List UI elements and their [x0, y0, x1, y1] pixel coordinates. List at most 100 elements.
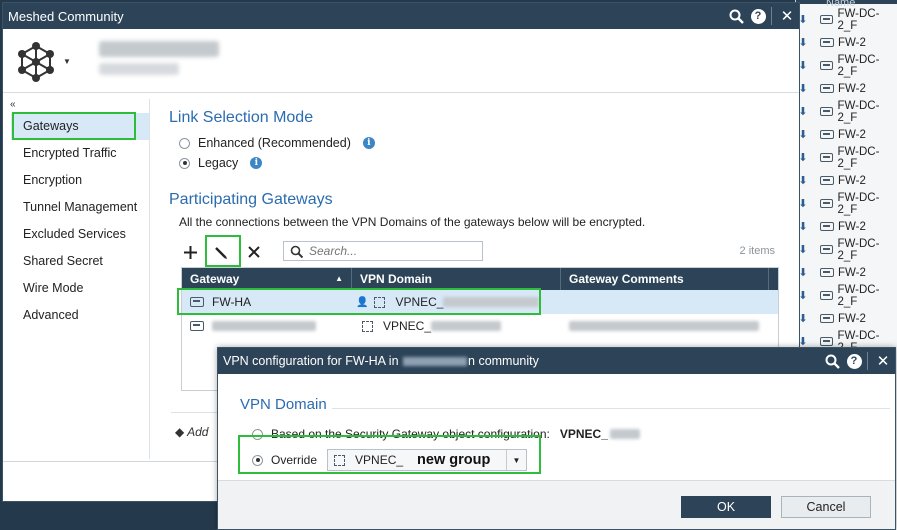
gateway-icon — [820, 222, 834, 231]
network-group-icon — [374, 296, 386, 308]
gateway-icon — [819, 199, 834, 208]
chevron-down-icon[interactable]: ▼ — [63, 57, 71, 66]
network-group-icon — [362, 320, 373, 332]
vpn-domain-title: VPN Domain — [240, 396, 327, 413]
ok-button[interactable]: OK — [681, 496, 771, 518]
list-item[interactable]: ⬇FW-DC-2_F — [796, 284, 897, 308]
gateway-cluster-icon — [190, 297, 204, 307]
gateway-icon — [819, 107, 834, 116]
vpn-configuration-dialog: VPN configuration for FW-HA in n communi… — [217, 347, 896, 530]
gateway-icon — [820, 130, 834, 139]
gateway-icon — [819, 245, 834, 254]
participating-gateways-title: Participating Gateways — [169, 191, 333, 208]
add-link[interactable]: ◆ Add — [175, 425, 208, 439]
remove-icon[interactable] — [243, 241, 265, 263]
gateways-panel: Link Selection Mode Enhanced (Recommende… — [169, 109, 789, 229]
sidebar-item-gateways[interactable]: Gateways — [11, 113, 149, 140]
sidebar-item-advanced[interactable]: Advanced — [11, 302, 149, 329]
object-name-redacted — [99, 41, 219, 57]
list-item[interactable]: ⬇FW-DC-2_F — [796, 100, 897, 124]
column-vpn-domain[interactable]: VPN Domain — [352, 268, 561, 290]
table-header: Gateway ▲ VPN Domain Gateway Comments — [182, 268, 778, 290]
radio-legacy[interactable]: Legacy i — [179, 153, 789, 173]
object-comment-redacted — [99, 63, 179, 75]
link-selection-title: Link Selection Mode — [169, 109, 314, 126]
user-icon: 👤 — [356, 296, 369, 308]
radio-button[interactable] — [252, 454, 263, 466]
gateway-icon — [820, 84, 834, 93]
close-icon[interactable]: ✕ — [871, 348, 895, 374]
tag-icon: ◆ — [175, 425, 185, 439]
info-icon[interactable]: i — [362, 137, 375, 149]
override-group-select[interactable]: VPNEC_ new group ▼ — [327, 449, 528, 471]
sidebar-item-tunnel-management[interactable]: Tunnel Management — [11, 194, 149, 221]
info-icon[interactable]: i — [250, 157, 263, 169]
sidebar-item-encryption[interactable]: Encryption — [11, 167, 149, 194]
sidebar-item-wire-mode[interactable]: Wire Mode — [11, 275, 149, 302]
radio-based-on-gateway[interactable]: Based on the Security Gateway object con… — [252, 423, 880, 445]
edit-icon[interactable] — [209, 241, 231, 263]
collapse-sidebar-icon[interactable]: « — [10, 99, 16, 110]
column-gateway[interactable]: Gateway ▲ — [182, 268, 352, 290]
list-item[interactable]: ⬇ FW-2 — [796, 123, 897, 146]
gateways-toolbar: 2 items — [179, 239, 779, 265]
search-icon — [290, 245, 303, 258]
list-item[interactable]: ⬇ FW-2 — [796, 261, 897, 284]
help-icon[interactable]: ? — [844, 348, 864, 374]
close-icon[interactable]: ✕ — [775, 3, 799, 29]
list-item[interactable]: ⬇ FW-2 — [796, 31, 897, 54]
gateway-icon — [819, 61, 834, 70]
gateway-icon — [190, 321, 204, 331]
radio-enhanced[interactable]: Enhanced (Recommended) i — [179, 133, 789, 153]
chevron-down-icon[interactable]: ▼ — [506, 450, 526, 470]
table-row[interactable]: FW-HA 👤 VPNEC_ — [182, 290, 778, 314]
gateway-icon — [820, 176, 834, 185]
dialog-title: Meshed Community — [8, 8, 124, 24]
sort-asc-icon: ▲ — [335, 274, 343, 283]
meshed-community-icon — [18, 42, 54, 82]
radio-override[interactable]: Override VPNEC_ new group ▼ — [252, 449, 880, 471]
column-gateway-comments[interactable]: Gateway Comments — [561, 268, 769, 290]
list-item[interactable]: ⬇ FW-2 — [796, 169, 897, 192]
search-box[interactable] — [283, 241, 483, 261]
participating-description: All the connections between the VPN Doma… — [179, 215, 646, 229]
table-row[interactable]: VPNEC_ — [182, 314, 778, 338]
list-item[interactable]: ⬇FW-DC-2_F — [796, 238, 897, 262]
search-icon[interactable] — [820, 348, 844, 374]
gateway-icon — [820, 314, 834, 323]
search-input[interactable] — [309, 244, 479, 258]
vpn-domain-section: VPN Domain Based on the Security Gateway… — [240, 396, 890, 471]
sidebar-item-shared-secret[interactable]: Shared Secret — [11, 248, 149, 275]
sidebar-item-excluded-services[interactable]: Excluded Services — [11, 221, 149, 248]
sub-dialog-titlebar: VPN configuration for FW-HA in n communi… — [218, 348, 895, 374]
items-count: 2 items — [739, 245, 775, 257]
gateway-icon — [820, 268, 834, 277]
list-item[interactable]: ⬇FW-DC-2_F — [796, 54, 897, 78]
radio-button[interactable] — [252, 428, 263, 440]
annotation-new-group: new group — [417, 452, 491, 468]
sub-dialog-footer: OK Cancel — [218, 480, 895, 529]
radio-button[interactable] — [179, 157, 190, 169]
list-item[interactable]: ⬇ FW-2 — [796, 77, 897, 100]
list-item[interactable]: ⬇ FW-2 — [796, 215, 897, 238]
list-item[interactable]: ⬇FW-DC-2_F — [796, 8, 897, 32]
sidebar-item-encrypted-traffic[interactable]: Encrypted Traffic — [11, 140, 149, 167]
sub-dialog-title: VPN configuration for FW-HA in n communi… — [223, 354, 539, 368]
radio-button[interactable] — [179, 137, 190, 149]
gateway-icon — [819, 337, 834, 346]
add-icon[interactable] — [179, 241, 201, 263]
cancel-button[interactable]: Cancel — [781, 496, 871, 518]
dialog-titlebar: Meshed Community ? ✕ — [3, 3, 799, 29]
search-icon[interactable] — [724, 3, 748, 29]
gateway-icon — [819, 15, 834, 24]
object-header: ▼ — [3, 29, 799, 93]
list-item[interactable]: ⬇FW-DC-2_F — [796, 192, 897, 216]
sidebar-nav: Gateways Encrypted Traffic Encryption Tu… — [11, 113, 149, 329]
gateway-icon — [819, 153, 834, 162]
help-icon[interactable]: ? — [748, 3, 768, 29]
list-item[interactable]: ⬇FW-DC-2_F — [796, 146, 897, 170]
gateway-icon — [820, 38, 834, 47]
network-group-icon — [334, 454, 346, 466]
gateway-icon — [819, 291, 834, 300]
list-item[interactable]: ⬇ FW-2 — [796, 307, 897, 330]
